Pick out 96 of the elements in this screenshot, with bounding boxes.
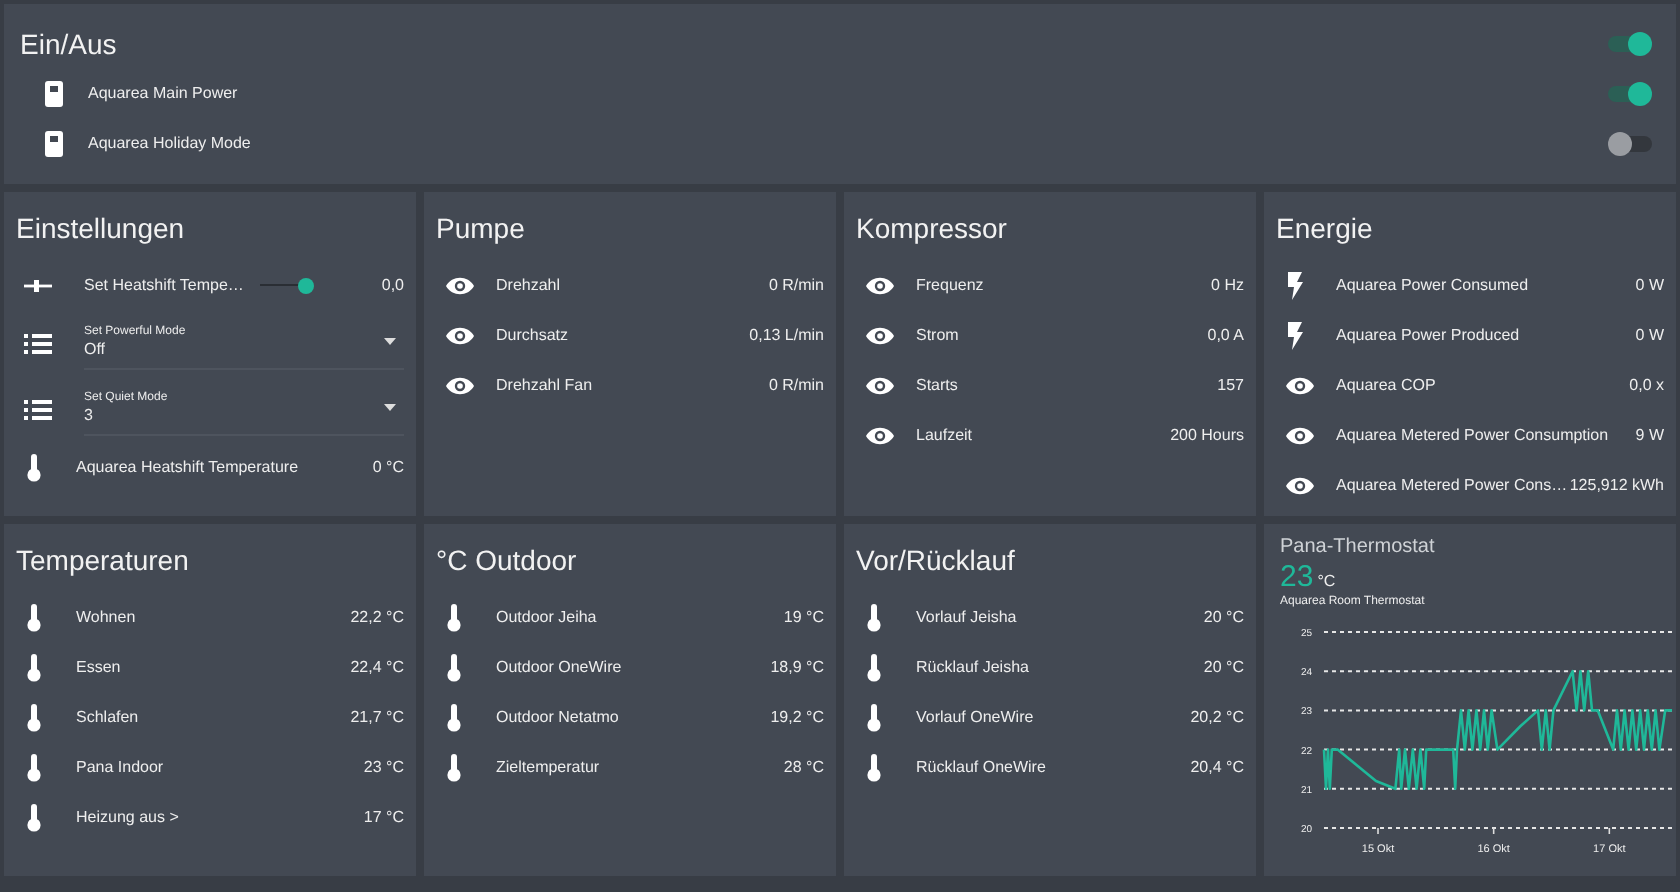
thermometer-icon (26, 653, 42, 681)
thermometer-icon (26, 603, 42, 631)
sensor-value: 21,7 °C (350, 705, 404, 729)
toggle-switch[interactable] (1608, 131, 1652, 155)
sensor-label: Vorlauf Jeisha (916, 605, 1019, 629)
sensor-label: Vorlauf OneWire (916, 705, 1036, 729)
sensor-value: 0 Hz (1211, 273, 1244, 297)
sensor-label: Drehzahl (496, 273, 563, 297)
thermometer-icon (866, 703, 882, 731)
sensor-value: 19 °C (783, 605, 824, 629)
sensor-value: 0,13 L/min (749, 323, 824, 347)
sensor-value: 157 (1217, 373, 1244, 397)
sensor-value: 200 Hours (1170, 423, 1244, 447)
sensor-label: Rücklauf Jeisha (916, 655, 1031, 679)
list-icon (24, 395, 52, 423)
select-value: Off (84, 342, 108, 358)
sensor-value: 0,0 x (1629, 373, 1664, 397)
slider-thumb[interactable] (298, 277, 315, 293)
sensor-label: Aquarea Metered Power Consumption (1336, 423, 1611, 447)
temperature-reading: 23 (1280, 562, 1314, 594)
select-value: 3 (84, 408, 95, 424)
sensor-label: Wohnen (76, 605, 138, 629)
card-title: Einstellungen (16, 210, 187, 248)
thermometer-icon (26, 803, 42, 831)
toggle-switch[interactable] (1608, 81, 1652, 105)
switch-label: Aquarea Main Power (88, 81, 240, 105)
sensor-value: 22,2 °C (350, 605, 404, 629)
card-title: Energie (1276, 210, 1375, 248)
card-title: °C Outdoor (436, 542, 579, 580)
switch-label: Aquarea Holiday Mode (88, 131, 253, 155)
thermometer-icon (866, 753, 882, 781)
sensor-value: 20 °C (1203, 655, 1244, 679)
card-title: Kompressor (856, 210, 1009, 248)
toggle-switch[interactable] (1608, 32, 1652, 56)
sensor-label: Aquarea Heatshift Temperature (76, 455, 301, 479)
sensor-label: Drehzahl Fan (496, 373, 595, 397)
sensor-value: 20,4 °C (1190, 755, 1244, 779)
lightning-icon (1286, 321, 1304, 349)
caret-icon (384, 404, 396, 412)
sensor-value: 9 W (1635, 423, 1664, 447)
sensor-label: Strom (916, 323, 961, 347)
sensor-label: Zieltemperatur (496, 755, 602, 779)
sensor-label: Pana Indoor (76, 755, 166, 779)
sensor-value: 28 °C (783, 755, 824, 779)
sensor-label: Essen (76, 655, 123, 679)
sensor-value: 0 W (1635, 323, 1664, 347)
sensor-value: 19,2 °C (770, 705, 824, 729)
sensor-value: 0,0 A (1207, 323, 1244, 347)
slider-label: Set Heatshift Tempe… (84, 273, 244, 297)
list-icon (24, 329, 52, 357)
sensor-label: Starts (916, 373, 960, 397)
thermometer-icon (866, 603, 882, 631)
sensor-label: Aquarea Power Produced (1336, 323, 1522, 347)
caret-icon (384, 338, 396, 346)
device-icon (44, 79, 64, 107)
thermometer-icon (446, 653, 462, 681)
thermometer-icon (26, 453, 42, 481)
sensor-value: 17 °C (363, 805, 404, 829)
sensor-value: 0 W (1635, 273, 1664, 297)
device-icon (44, 129, 64, 157)
sensor-label: Durchsatz (496, 323, 571, 347)
lightning-icon (1286, 271, 1304, 299)
sensor-label: Heizung aus > (76, 805, 181, 829)
sensor-label: Outdoor OneWire (496, 655, 624, 679)
thermometer-icon (26, 753, 42, 781)
sensor-value: 20,2 °C (1190, 705, 1244, 729)
slider-value: 0,0 (379, 273, 404, 297)
sensor-label: Aquarea COP (1336, 373, 1438, 397)
sensor-label: Aquarea Metered Power Cons… (1336, 473, 1562, 497)
card-title: Pumpe (436, 210, 527, 248)
sensor-label: Outdoor Netatmo (496, 705, 621, 729)
sensor-value: 0 R/min (768, 373, 824, 397)
thermometer-icon (446, 603, 462, 631)
sensor-label: Laufzeit (916, 423, 975, 447)
temperature-unit: °C (1317, 570, 1336, 594)
thermometer-icon (446, 753, 462, 781)
sensor-label: Schlafen (76, 705, 141, 729)
slider-track[interactable] (259, 275, 312, 295)
thermometer-icon (866, 653, 882, 681)
sensor-label: Outdoor Jeiha (496, 605, 599, 629)
sensor-value: 125,912 kWh (1569, 473, 1664, 497)
card-title: Temperaturen (16, 542, 191, 580)
sensor-value: 0 °C (372, 455, 404, 479)
sensor-label: Frequenz (916, 273, 986, 297)
thermometer-icon (26, 703, 42, 731)
sensor-value: 18,9 °C (770, 655, 824, 679)
thermometer-icon (446, 703, 462, 731)
sensor-value: 20 °C (1203, 605, 1244, 629)
sensor-value: 22,4 °C (350, 655, 404, 679)
sensor-value: 0 R/min (768, 273, 824, 297)
card-title: Vor/Rücklauf (856, 542, 1017, 580)
sensor-label: Aquarea Power Consumed (1336, 273, 1531, 297)
thermostat-title: Pana-Thermostat (1280, 534, 1437, 562)
sensor-label: Rücklauf OneWire (916, 755, 1048, 779)
sensor-value: 23 °C (363, 755, 404, 779)
card-title: Ein/Aus (20, 25, 119, 63)
